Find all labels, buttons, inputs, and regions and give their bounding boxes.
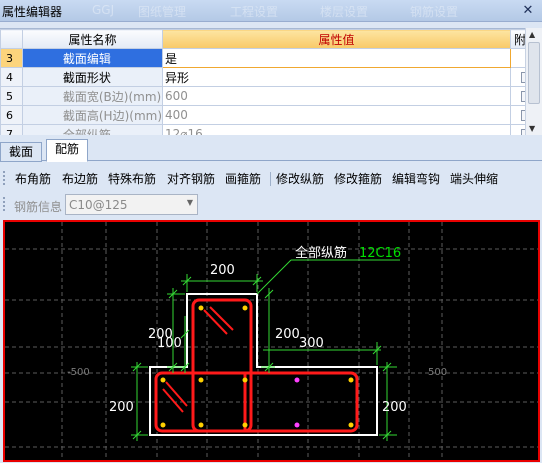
edge-bar-button[interactable]: 布边筋 [62, 170, 98, 187]
close-icon[interactable]: ✕ [520, 3, 536, 19]
background-text: GGJ [92, 3, 115, 17]
property-name[interactable]: 截面宽(B边)(mm) [21, 86, 164, 106]
rebar-info-label: 钢筋信息 [14, 200, 63, 214]
background-text: 图纸管理 [138, 5, 187, 19]
property-name[interactable]: 截面编辑 [21, 48, 164, 68]
row-number: 7 [0, 124, 23, 135]
table-row[interactable]: 4 截面形状 异形 [0, 67, 542, 87]
scroll-up-icon[interactable]: ▲ [529, 30, 535, 39]
rebar-info-dropdown[interactable]: C10@125 ▼ [65, 194, 198, 215]
property-value[interactable]: 异形 [162, 67, 512, 87]
row-number-header [0, 29, 23, 49]
tab-section[interactable]: 截面 [0, 142, 43, 162]
property-name-header[interactable]: 属性名称 [21, 29, 164, 49]
rebar-info-value: C10@125 [69, 198, 128, 212]
align-bar-button[interactable]: 对齐钢筋 [167, 170, 215, 187]
table-row[interactable]: 5 截面宽(B边)(mm) 600 [0, 86, 542, 106]
grid-label: -500 [67, 367, 90, 378]
dimension-label: 200 [382, 400, 407, 415]
toolbar-grip[interactable] [3, 171, 5, 185]
annotation-spec: 12C16 [359, 246, 401, 261]
window-title: 属性编辑器 [2, 5, 63, 19]
property-value[interactable]: 600 [162, 86, 512, 106]
scroll-thumb[interactable] [528, 42, 540, 104]
dimension-label: 200 [275, 327, 300, 342]
grid-scrollbar[interactable]: ▲ ▼ [525, 28, 542, 135]
annotation-label: 全部纵筋 [295, 245, 347, 261]
background-text: 工程设置 [230, 5, 279, 19]
toolbar-grip[interactable] [3, 197, 5, 211]
tab-bar: 截面 配筋 [0, 139, 542, 162]
tab-reinforcement[interactable]: 配筋 [46, 139, 89, 162]
scroll-down-icon[interactable]: ▼ [529, 124, 535, 133]
modify-longitudinal-button[interactable]: 修改纵筋 [276, 170, 324, 187]
table-row[interactable]: 6 截面高(H边)(mm) 400 [0, 105, 542, 125]
background-text: 楼层设置 [320, 5, 369, 19]
grid-label: 500 [428, 367, 447, 378]
property-value-header[interactable]: 属性值 [162, 29, 512, 49]
special-bar-button[interactable]: 特殊布筋 [108, 170, 156, 187]
grid-header-row: 属性名称 属性值 附加 [0, 29, 542, 49]
corner-bar-button[interactable]: 布角筋 [15, 170, 51, 187]
background-text: 钢筋设置 [410, 5, 459, 19]
property-value[interactable]: 400 [162, 105, 512, 125]
row-number: 6 [0, 105, 23, 125]
table-row[interactable]: 7 全部纵筋 12⌀16 [0, 124, 542, 135]
background-grid [5, 222, 538, 460]
draw-stirrup-button[interactable]: 画箍筋 [225, 170, 261, 187]
dimension-label: 300 [299, 336, 324, 351]
edit-hook-button[interactable]: 编辑弯钩 [392, 170, 440, 187]
row-number: 5 [0, 86, 23, 106]
modify-stirrup-button[interactable]: 修改箍筋 [334, 170, 382, 187]
row-number: 3 [0, 48, 23, 68]
reinforcement-toolbar: 布角筋 布边筋 特殊布筋 对齐钢筋 画箍筋 修改纵筋 修改箍筋 编辑弯钩 端头伸… [0, 166, 542, 190]
title-bar: 属性编辑器 GGJ 图纸管理 工程设置 楼层设置 钢筋设置 ✕ [0, 0, 542, 22]
property-name[interactable]: 截面形状 [21, 67, 164, 87]
row-number: 4 [0, 67, 23, 87]
rebar-info-bar: 钢筋信息 C10@125 ▼ [0, 193, 542, 217]
property-name[interactable]: 全部纵筋 [21, 124, 164, 135]
toolbar-separator [270, 172, 271, 186]
property-name[interactable]: 截面高(H边)(mm) [21, 105, 164, 125]
section-outline [149, 293, 378, 436]
dimension-label: 200 [210, 263, 235, 278]
chevron-down-icon[interactable]: ▼ [187, 198, 193, 207]
end-extend-button[interactable]: 端头伸缩 [450, 170, 498, 187]
section-drawing[interactable]: -500 500 200 200 100 200 300 200 200 全部纵… [5, 222, 538, 460]
table-row[interactable]: 3 截面编辑 是 [0, 48, 542, 68]
dimension-label: 200 [109, 400, 134, 415]
property-grid: 属性名称 属性值 附加 3 截面编辑 是 4 截面形状 异形 5 截面宽(B边)… [0, 28, 542, 135]
property-value[interactable]: 是 [162, 48, 512, 68]
dimension-label: 100 [157, 336, 182, 351]
section-drawing-canvas[interactable]: -500 500 200 200 100 200 300 200 200 全部纵… [3, 220, 540, 462]
property-value[interactable]: 12⌀16 [162, 124, 512, 135]
